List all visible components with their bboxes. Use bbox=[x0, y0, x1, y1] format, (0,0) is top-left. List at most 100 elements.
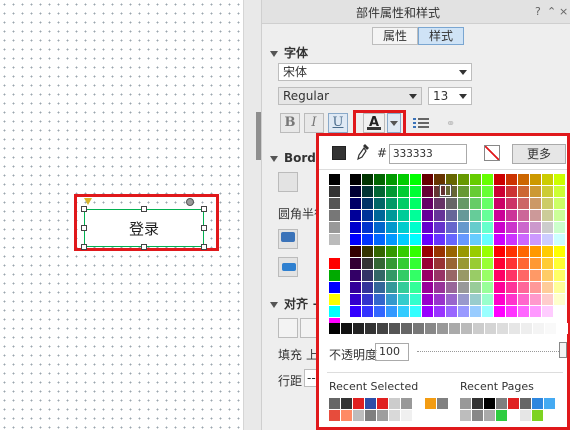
color-swatch[interactable] bbox=[350, 222, 361, 233]
color-swatch[interactable] bbox=[530, 210, 541, 221]
color-swatch[interactable] bbox=[422, 210, 433, 221]
gray-swatch[interactable] bbox=[473, 323, 484, 334]
color-swatch[interactable] bbox=[398, 174, 409, 185]
color-swatch[interactable] bbox=[482, 294, 493, 305]
color-swatch[interactable] bbox=[518, 210, 529, 221]
color-swatch[interactable] bbox=[530, 234, 541, 245]
gray-swatch[interactable] bbox=[545, 323, 556, 334]
color-swatch[interactable] bbox=[362, 198, 373, 209]
color-swatch[interactable] bbox=[386, 234, 397, 245]
color-swatch[interactable] bbox=[446, 198, 457, 209]
color-swatch[interactable] bbox=[329, 210, 340, 221]
color-swatch[interactable] bbox=[410, 222, 421, 233]
color-swatch[interactable] bbox=[434, 270, 445, 281]
recent-swatch[interactable] bbox=[401, 398, 412, 409]
color-swatch[interactable] bbox=[374, 282, 385, 293]
color-swatch[interactable] bbox=[374, 270, 385, 281]
color-swatch[interactable] bbox=[410, 270, 421, 281]
color-swatch[interactable] bbox=[494, 198, 505, 209]
resize-handle-s[interactable] bbox=[141, 244, 147, 250]
color-swatch[interactable] bbox=[329, 234, 340, 245]
color-swatch[interactable] bbox=[374, 198, 385, 209]
color-swatch[interactable] bbox=[374, 210, 385, 221]
color-swatch[interactable] bbox=[470, 210, 481, 221]
color-swatch[interactable] bbox=[398, 198, 409, 209]
color-swatch[interactable] bbox=[398, 258, 409, 269]
recent-swatch[interactable] bbox=[377, 398, 388, 409]
color-swatch[interactable] bbox=[386, 246, 397, 257]
color-swatch[interactable] bbox=[398, 234, 409, 245]
color-swatch[interactable] bbox=[482, 234, 493, 245]
gray-swatch[interactable] bbox=[365, 323, 376, 334]
color-swatch[interactable] bbox=[386, 258, 397, 269]
color-swatch[interactable] bbox=[362, 294, 373, 305]
color-swatch[interactable] bbox=[374, 246, 385, 257]
color-swatch[interactable] bbox=[458, 246, 469, 257]
color-swatch[interactable] bbox=[458, 198, 469, 209]
tab-properties[interactable]: 属性 bbox=[372, 27, 419, 45]
gray-swatch[interactable] bbox=[329, 323, 340, 334]
recent-page-swatch[interactable] bbox=[532, 410, 543, 421]
gray-swatch[interactable] bbox=[485, 323, 496, 334]
color-swatch[interactable] bbox=[410, 234, 421, 245]
color-swatch[interactable] bbox=[410, 246, 421, 257]
color-swatch[interactable] bbox=[362, 258, 373, 269]
color-swatch[interactable] bbox=[506, 282, 517, 293]
color-swatch[interactable] bbox=[362, 282, 373, 293]
color-swatch[interactable] bbox=[446, 174, 457, 185]
color-swatch[interactable] bbox=[329, 186, 340, 197]
color-swatch[interactable] bbox=[482, 210, 493, 221]
color-swatch[interactable] bbox=[398, 186, 409, 197]
recent-page-swatch[interactable] bbox=[508, 410, 519, 421]
color-swatch[interactable] bbox=[518, 234, 529, 245]
color-swatch[interactable] bbox=[422, 234, 433, 245]
color-swatch[interactable] bbox=[422, 222, 433, 233]
recent-swatch[interactable] bbox=[401, 410, 412, 421]
close-icon[interactable]: × bbox=[559, 5, 568, 18]
recent-page-swatch[interactable] bbox=[472, 410, 483, 421]
recent-page-swatch[interactable] bbox=[496, 410, 507, 421]
recent-page-swatch[interactable] bbox=[532, 398, 543, 409]
color-swatch[interactable] bbox=[410, 198, 421, 209]
color-swatch[interactable] bbox=[554, 210, 565, 221]
color-swatch[interactable] bbox=[422, 198, 433, 209]
color-swatch[interactable] bbox=[482, 306, 493, 317]
color-swatch[interactable] bbox=[458, 258, 469, 269]
color-swatch[interactable] bbox=[554, 234, 565, 245]
color-swatch[interactable] bbox=[398, 282, 409, 293]
color-swatch[interactable] bbox=[446, 258, 457, 269]
color-swatch[interactable] bbox=[329, 282, 340, 293]
color-swatch[interactable] bbox=[530, 306, 541, 317]
opacity-input[interactable]: 100 bbox=[375, 343, 409, 361]
color-swatch[interactable] bbox=[458, 282, 469, 293]
gray-swatch[interactable] bbox=[509, 323, 520, 334]
font-style-select[interactable]: Regular bbox=[278, 87, 422, 105]
bold-button[interactable]: B bbox=[280, 113, 300, 133]
color-swatch[interactable] bbox=[530, 270, 541, 281]
color-swatch[interactable] bbox=[329, 222, 340, 233]
color-swatch[interactable] bbox=[329, 270, 340, 281]
font-size-select[interactable]: 13 bbox=[428, 87, 472, 105]
font-family-select[interactable]: 宋体 bbox=[278, 63, 472, 81]
recent-swatch[interactable] bbox=[389, 410, 400, 421]
gray-swatch[interactable] bbox=[341, 323, 352, 334]
gray-swatch[interactable] bbox=[497, 323, 508, 334]
color-swatch[interactable] bbox=[329, 306, 340, 317]
more-colors-button[interactable]: 更多 bbox=[512, 144, 566, 164]
recent-page-swatch[interactable] bbox=[460, 398, 471, 409]
color-swatch[interactable] bbox=[422, 270, 433, 281]
color-swatch[interactable] bbox=[410, 210, 421, 221]
gray-swatch[interactable] bbox=[533, 323, 544, 334]
color-swatch[interactable] bbox=[554, 174, 565, 185]
color-swatch[interactable] bbox=[422, 282, 433, 293]
color-swatch[interactable] bbox=[422, 186, 433, 197]
color-swatch[interactable] bbox=[410, 258, 421, 269]
gray-swatch[interactable] bbox=[353, 323, 364, 334]
login-button-widget[interactable]: 登录 bbox=[84, 209, 204, 247]
color-swatch[interactable] bbox=[506, 258, 517, 269]
recent-swatch[interactable] bbox=[353, 410, 364, 421]
color-swatch[interactable] bbox=[422, 306, 433, 317]
color-swatch[interactable] bbox=[398, 246, 409, 257]
color-swatch[interactable] bbox=[398, 306, 409, 317]
color-swatch[interactable] bbox=[494, 234, 505, 245]
